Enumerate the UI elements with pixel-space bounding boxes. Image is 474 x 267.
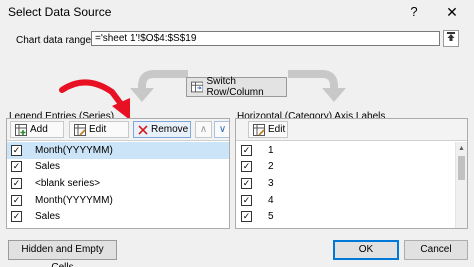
hidden-empty-cells-button[interactable]: Hidden and Empty Cells [8, 240, 117, 267]
add-series-button[interactable]: Add [10, 121, 64, 138]
axis-label-checkbox[interactable]: ✓ [241, 144, 252, 156]
axis-labels-scrollbar[interactable]: ▲ [455, 142, 467, 228]
chevron-up-icon: ∧ [199, 124, 208, 135]
axis-label-text: 4 [268, 194, 274, 206]
series-checkbox[interactable]: ✓ [11, 144, 22, 156]
cancel-button[interactable]: Cancel [404, 240, 468, 260]
title-bar: Select Data Source ? ✕ [0, 0, 474, 24]
switch-icon [191, 81, 204, 93]
legend-toolbar: Add Edit Remove ∧ ∨ [7, 119, 229, 141]
series-row[interactable]: ✓ <blank series> [7, 175, 229, 192]
axis-label-row[interactable]: ✓ 2 [236, 159, 467, 176]
chevron-down-icon: ∨ [218, 124, 227, 135]
close-button[interactable]: ✕ [440, 2, 464, 22]
curved-arrow-right-icon [288, 70, 346, 102]
series-checkbox[interactable]: ✓ [11, 194, 22, 206]
axis-label-checkbox[interactable]: ✓ [241, 211, 252, 223]
series-label: Month(YYYYMM) [35, 144, 113, 156]
remove-icon [138, 124, 148, 135]
edit-series-button[interactable]: Edit [69, 121, 129, 138]
series-row[interactable]: ✓ Sales [7, 159, 229, 176]
axis-label-row[interactable]: ✓ 1 [236, 142, 467, 159]
series-checkbox[interactable]: ✓ [11, 211, 22, 223]
series-label: Sales [35, 161, 61, 173]
range-collapse-icon [447, 32, 455, 41]
axis-label-row[interactable]: ✓ 3 [236, 175, 467, 192]
series-checkbox[interactable]: ✓ [11, 177, 22, 189]
series-row[interactable]: ✓ Month(YYYYMM) [7, 142, 229, 159]
range-collapse-button[interactable] [443, 30, 459, 47]
axis-labels-list: ✓ 1 ✓ 2 ✓ 3 ✓ 4 ✓ 5 [236, 142, 467, 225]
switch-row-column-label: Switch Row/Column [206, 76, 264, 98]
switch-row-column-button[interactable]: Switch Row/Column [186, 76, 287, 98]
axis-label-text: 3 [268, 177, 274, 189]
axis-label-checkbox[interactable]: ✓ [241, 194, 252, 206]
add-label: Add [30, 124, 48, 135]
axis-label-checkbox[interactable]: ✓ [241, 161, 252, 173]
chart-data-range-label: Chart data range: [16, 35, 94, 46]
edit-icon [253, 123, 265, 136]
ok-button[interactable]: OK [333, 240, 399, 260]
remove-label: Remove [151, 124, 189, 135]
axis-label-checkbox[interactable]: ✓ [241, 177, 252, 189]
move-up-button[interactable]: ∧ [195, 121, 212, 138]
legend-entries-panel: Add Edit Remove ∧ ∨ ✓ Month(YYYYMM) ✓ Sa… [6, 118, 230, 229]
help-button[interactable]: ? [402, 2, 426, 22]
remove-series-button[interactable]: Remove [133, 121, 191, 138]
edit-axis-label: Edit [268, 124, 286, 135]
axis-label-text: 2 [268, 161, 274, 173]
series-label: Sales [35, 211, 61, 223]
axis-label-row[interactable]: ✓ 5 [236, 208, 467, 225]
series-checkbox[interactable]: ✓ [11, 161, 22, 173]
edit-icon [74, 123, 86, 136]
series-row[interactable]: ✓ Month(YYYYMM) [7, 192, 229, 209]
axis-toolbar: Edit [236, 119, 467, 141]
dialog-title: Select Data Source [8, 5, 112, 19]
axis-label-row[interactable]: ✓ 4 [236, 192, 467, 209]
series-row[interactable]: ✓ Sales [7, 208, 229, 225]
series-label: Month(YYYYMM) [35, 194, 113, 206]
edit-axis-labels-button[interactable]: Edit [248, 121, 288, 138]
edit-label: Edit [89, 124, 107, 135]
axis-label-text: 1 [268, 144, 274, 156]
add-icon [15, 123, 27, 136]
chart-data-range-input[interactable] [91, 31, 440, 46]
move-down-button[interactable]: ∨ [214, 121, 229, 138]
axis-labels-panel: Edit ✓ 1 ✓ 2 ✓ 3 ✓ 4 ✓ 5 ▲ [235, 118, 468, 229]
scroll-thumb[interactable] [458, 156, 465, 180]
legend-series-list: ✓ Month(YYYYMM) ✓ Sales ✓ <blank series>… [7, 142, 229, 225]
axis-label-text: 5 [268, 211, 274, 223]
scroll-up-icon[interactable]: ▲ [456, 143, 467, 154]
series-label: <blank series> [35, 177, 101, 189]
